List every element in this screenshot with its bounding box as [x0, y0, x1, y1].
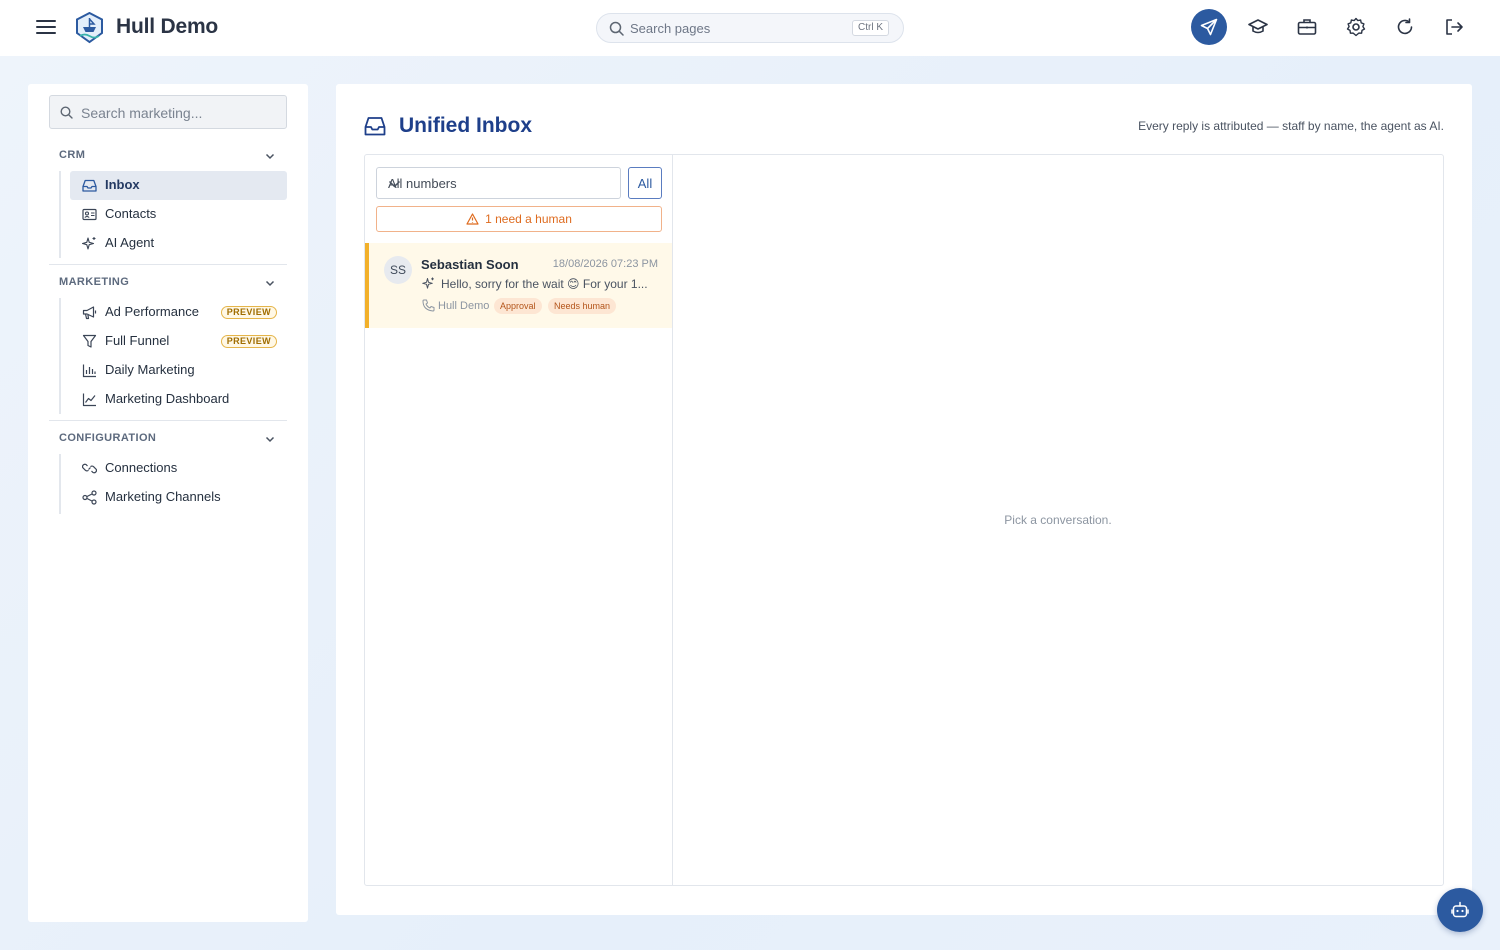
- search-shortcut: Ctrl K: [852, 20, 889, 36]
- section-divider: [49, 264, 287, 265]
- inbox-icon: [82, 178, 97, 193]
- sidebar-item-label: AI Agent: [105, 235, 155, 250]
- refresh-icon: [1396, 18, 1414, 36]
- message-preview: Hello, sorry for the wait 😊 For your 1..…: [441, 277, 648, 291]
- refresh-button[interactable]: [1387, 9, 1423, 45]
- sidebar-search[interactable]: [49, 95, 287, 129]
- sidebar-item-label: Full Funnel: [105, 333, 170, 348]
- warning-icon: [466, 213, 479, 225]
- need-human-filter[interactable]: 1 need a human: [376, 206, 662, 232]
- send-button[interactable]: [1191, 9, 1227, 45]
- section-title: CONFIGURATION: [59, 432, 157, 444]
- robot-icon: [1451, 901, 1469, 919]
- sidebar-item-label: Marketing Channels: [105, 489, 221, 504]
- search-pages-input[interactable]: [630, 18, 840, 38]
- page-title: Unified Inbox: [399, 114, 532, 137]
- sidebar-item-label: Inbox: [105, 177, 140, 192]
- sidebar-item-label: Connections: [105, 460, 178, 475]
- settings-button[interactable]: [1338, 9, 1374, 45]
- send-icon: [1200, 18, 1218, 36]
- funnel-icon: [82, 334, 97, 349]
- section-marketing[interactable]: MARKETING: [59, 276, 279, 292]
- all-filter-button[interactable]: All: [628, 167, 662, 199]
- sidebar-item-marketing-channels[interactable]: Marketing Channels: [70, 483, 287, 512]
- share-icon: [82, 490, 97, 505]
- section-configuration[interactable]: CONFIGURATION: [59, 432, 279, 448]
- top-actions: [1191, 9, 1485, 45]
- section-title: MARKETING: [59, 276, 130, 288]
- app-title: Hull Demo: [116, 15, 219, 38]
- section-rail: [59, 298, 61, 414]
- contact-card-icon: [82, 207, 97, 222]
- avatar: SS: [384, 256, 412, 284]
- sparkles-icon: [422, 277, 435, 290]
- chevron-down-icon: [265, 278, 275, 288]
- sidebar-item-inbox[interactable]: Inbox: [70, 171, 287, 200]
- approval-tag: Approval: [494, 298, 542, 314]
- hull-logo: [75, 12, 104, 44]
- channel-name: Hull Demo: [438, 300, 490, 312]
- preview-badge: PREVIEW: [220, 335, 277, 348]
- megaphone-icon: [82, 305, 97, 320]
- sidebar-item-contacts[interactable]: Contacts: [70, 200, 287, 229]
- search-pages[interactable]: Ctrl K: [596, 13, 904, 43]
- conversation-list: All numbers All 1 need a human SS Sebast…: [365, 155, 673, 885]
- attribution-note: Every reply is attributed — staff by nam…: [1138, 119, 1444, 133]
- logout-icon: [1444, 18, 1464, 36]
- link-icon: [82, 461, 97, 476]
- chevron-down-icon: [388, 179, 401, 189]
- sidebar-item-ad-performance[interactable]: Ad Performance PREVIEW: [70, 298, 287, 327]
- top-bar: Hull Demo Ctrl K: [0, 0, 1500, 56]
- chevron-down-icon: [265, 151, 275, 161]
- section-title: CRM: [59, 149, 86, 161]
- assistant-button[interactable]: [1437, 888, 1483, 932]
- main-content: Unified Inbox Every reply is attributed …: [336, 84, 1472, 915]
- line-chart-icon: [82, 392, 97, 407]
- search-icon: [60, 106, 73, 119]
- sidebar-search-input[interactable]: [81, 103, 281, 123]
- inbox-panel: All numbers All 1 need a human SS Sebast…: [364, 154, 1444, 886]
- conversation-time: 18/08/2026 07:23 PM: [552, 258, 658, 270]
- conversation-detail: Pick a conversation.: [673, 155, 1443, 885]
- sidebar-item-ai-agent[interactable]: AI Agent: [70, 229, 287, 258]
- contact-name: Sebastian Soon: [421, 257, 519, 272]
- logout-button[interactable]: [1436, 9, 1472, 45]
- section-divider: [49, 420, 287, 421]
- search-icon: [609, 21, 624, 36]
- section-rail: [59, 171, 61, 258]
- gear-icon: [1346, 17, 1366, 37]
- preview-badge: PREVIEW: [220, 306, 277, 319]
- sidebar-item-marketing-dashboard[interactable]: Marketing Dashboard: [70, 385, 287, 414]
- sidebar-item-label: Ad Performance: [105, 304, 199, 319]
- sidebar: CRM Inbox Contacts AI Agent MARKETING Ad…: [28, 84, 308, 922]
- chevron-down-icon: [265, 434, 275, 444]
- sidebar-item-label: Daily Marketing: [105, 362, 195, 377]
- sidebar-item-label: Marketing Dashboard: [105, 391, 230, 406]
- section-crm[interactable]: CRM: [59, 149, 279, 165]
- menu-icon[interactable]: [36, 17, 56, 37]
- briefcase-button[interactable]: [1289, 9, 1325, 45]
- sidebar-item-label: Contacts: [105, 206, 157, 221]
- sidebar-item-connections[interactable]: Connections: [70, 454, 287, 483]
- briefcase-icon: [1297, 18, 1317, 36]
- academy-button[interactable]: [1240, 9, 1276, 45]
- sparkles-icon: [82, 236, 97, 251]
- bar-chart-icon: [82, 363, 97, 378]
- needs-human-tag: Needs human: [548, 298, 617, 314]
- inbox-icon: [364, 116, 386, 136]
- empty-state-message: Pick a conversation.: [1004, 513, 1112, 527]
- sidebar-item-full-funnel[interactable]: Full Funnel PREVIEW: [70, 327, 287, 356]
- need-human-label: 1 need a human: [485, 212, 572, 226]
- conversation-item[interactable]: SS Sebastian Soon 18/08/2026 07:23 PM He…: [365, 243, 672, 328]
- phone-icon: [422, 299, 435, 312]
- sidebar-item-daily-marketing[interactable]: Daily Marketing: [70, 356, 287, 385]
- graduation-cap-icon: [1248, 18, 1268, 36]
- section-rail: [59, 454, 61, 514]
- number-filter-select[interactable]: All numbers: [376, 167, 621, 199]
